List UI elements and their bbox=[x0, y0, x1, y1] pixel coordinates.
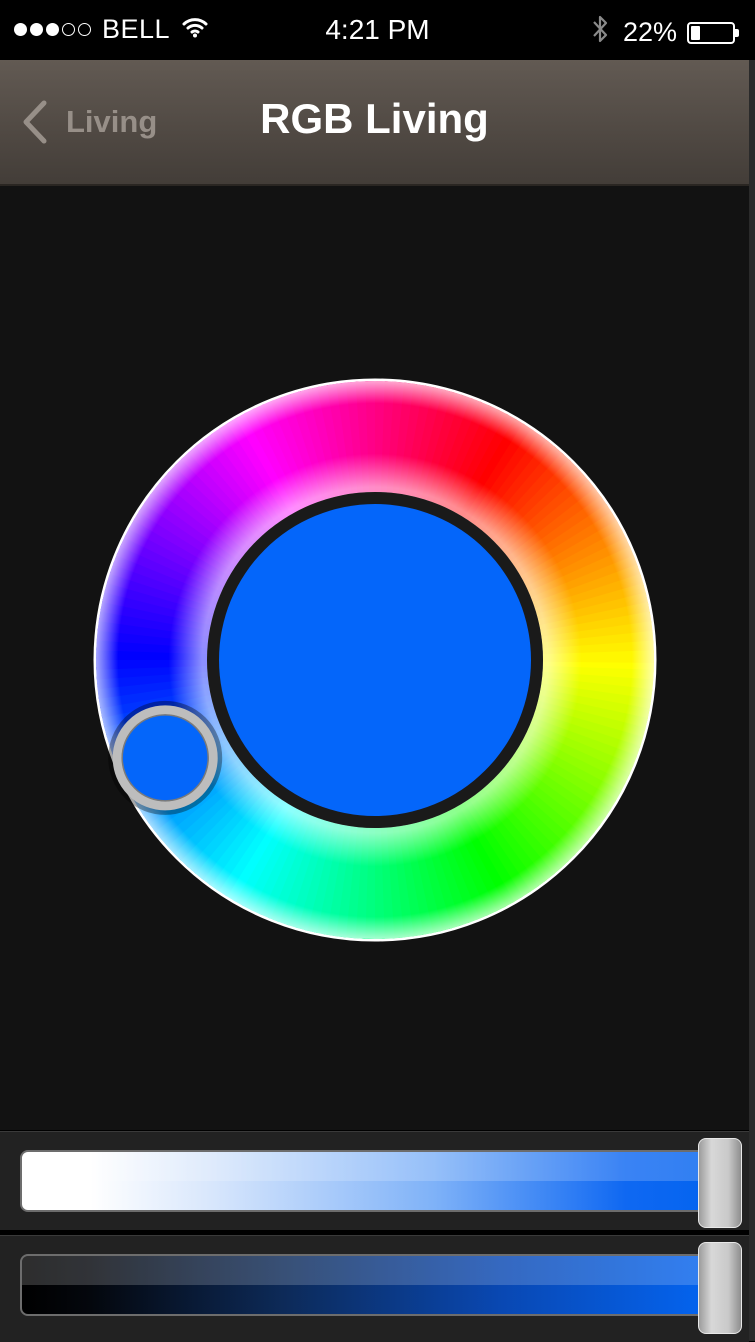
navigation-bar: RGB Living Living bbox=[0, 60, 749, 186]
battery-nub bbox=[735, 28, 739, 37]
saturation-slider-thumb[interactable] bbox=[698, 1242, 742, 1334]
status-right-group: 22% bbox=[591, 14, 739, 51]
battery-level-fill bbox=[691, 25, 700, 40]
brightness-slider-panel bbox=[0, 1131, 749, 1230]
back-button[interactable]: Living bbox=[20, 94, 157, 150]
brightness-slider-thumb[interactable] bbox=[698, 1138, 742, 1228]
track-highlight bbox=[22, 1256, 708, 1285]
hue-selector-knob[interactable] bbox=[108, 700, 223, 815]
saturation-slider-panel bbox=[0, 1235, 749, 1342]
chevron-left-icon bbox=[23, 100, 47, 144]
brightness-slider-track[interactable] bbox=[20, 1150, 710, 1212]
back-button-label: Living bbox=[66, 104, 158, 139]
saturation-slider-track[interactable] bbox=[20, 1254, 710, 1316]
status-bar: BELL 4:21 PM 22% bbox=[0, 0, 755, 60]
track-highlight bbox=[22, 1152, 708, 1181]
color-wheel[interactable] bbox=[0, 186, 749, 1130]
screen-edge bbox=[749, 60, 755, 1341]
color-picker-area bbox=[0, 186, 749, 1130]
bluetooth-icon bbox=[591, 14, 609, 51]
selected-color-swatch bbox=[219, 504, 531, 816]
battery-icon bbox=[687, 21, 739, 44]
battery-percent: 22% bbox=[622, 17, 677, 47]
